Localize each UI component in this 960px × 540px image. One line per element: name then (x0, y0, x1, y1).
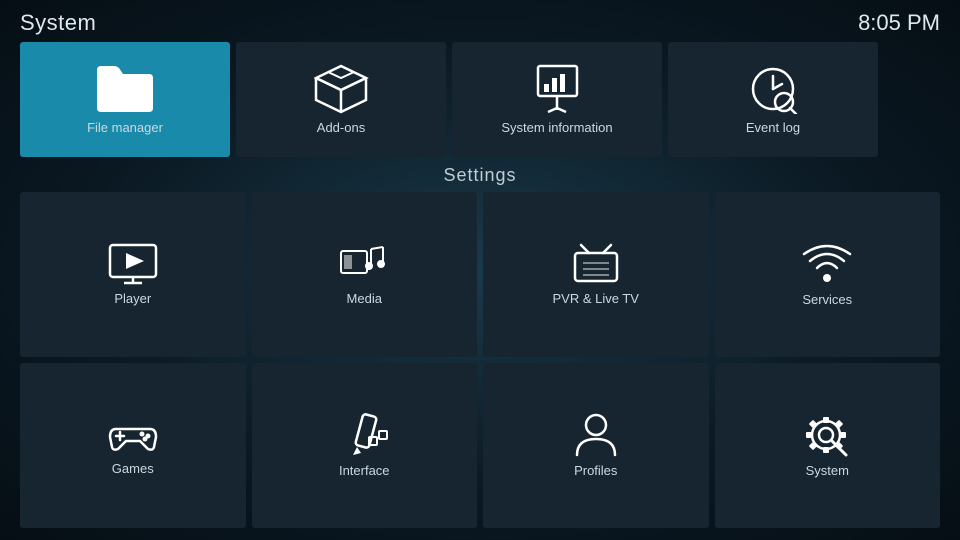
clock: 8:05 PM (858, 10, 940, 36)
tile-system[interactable]: System (715, 363, 941, 528)
settings-section-label: Settings (0, 157, 960, 192)
tile-event-log-label: Event log (746, 120, 800, 135)
services-icon (802, 242, 852, 286)
pvr-live-tv-icon (571, 243, 621, 285)
tile-player[interactable]: Player (20, 192, 246, 357)
header: System 8:05 PM (0, 0, 960, 42)
profiles-icon (571, 413, 621, 457)
games-icon (108, 415, 158, 455)
tile-services-label: Services (802, 292, 852, 307)
tile-services[interactable]: Services (715, 192, 941, 357)
event-log-icon (746, 64, 801, 114)
media-icon (339, 243, 389, 285)
settings-grid: Player Media (0, 192, 960, 540)
file-manager-icon (95, 64, 155, 114)
tile-event-log[interactable]: Event log (668, 42, 878, 157)
tile-add-ons-label: Add-ons (317, 120, 365, 135)
tile-file-manager[interactable]: File manager (20, 42, 230, 157)
player-icon (108, 243, 158, 285)
tile-file-manager-label: File manager (87, 120, 163, 135)
tile-profiles-label: Profiles (574, 463, 617, 478)
tile-media[interactable]: Media (252, 192, 478, 357)
add-ons-icon (314, 64, 369, 114)
system-information-icon (530, 64, 585, 114)
tile-pvr-live-tv[interactable]: PVR & Live TV (483, 192, 709, 357)
system-icon (802, 413, 852, 457)
tile-games-label: Games (112, 461, 154, 476)
tile-profiles[interactable]: Profiles (483, 363, 709, 528)
top-row: File manager Add-ons (0, 42, 960, 157)
tile-media-label: Media (347, 291, 382, 306)
tile-games[interactable]: Games (20, 363, 246, 528)
tile-player-label: Player (114, 291, 151, 306)
tile-system-information[interactable]: System information (452, 42, 662, 157)
page: System 8:05 PM File manager (0, 0, 960, 540)
interface-icon (339, 413, 389, 457)
tile-interface[interactable]: Interface (252, 363, 478, 528)
tile-add-ons[interactable]: Add-ons (236, 42, 446, 157)
page-title: System (20, 10, 96, 36)
tile-interface-label: Interface (339, 463, 390, 478)
tile-system-information-label: System information (501, 120, 612, 135)
tile-pvr-live-tv-label: PVR & Live TV (553, 291, 639, 306)
tile-system-label: System (806, 463, 849, 478)
